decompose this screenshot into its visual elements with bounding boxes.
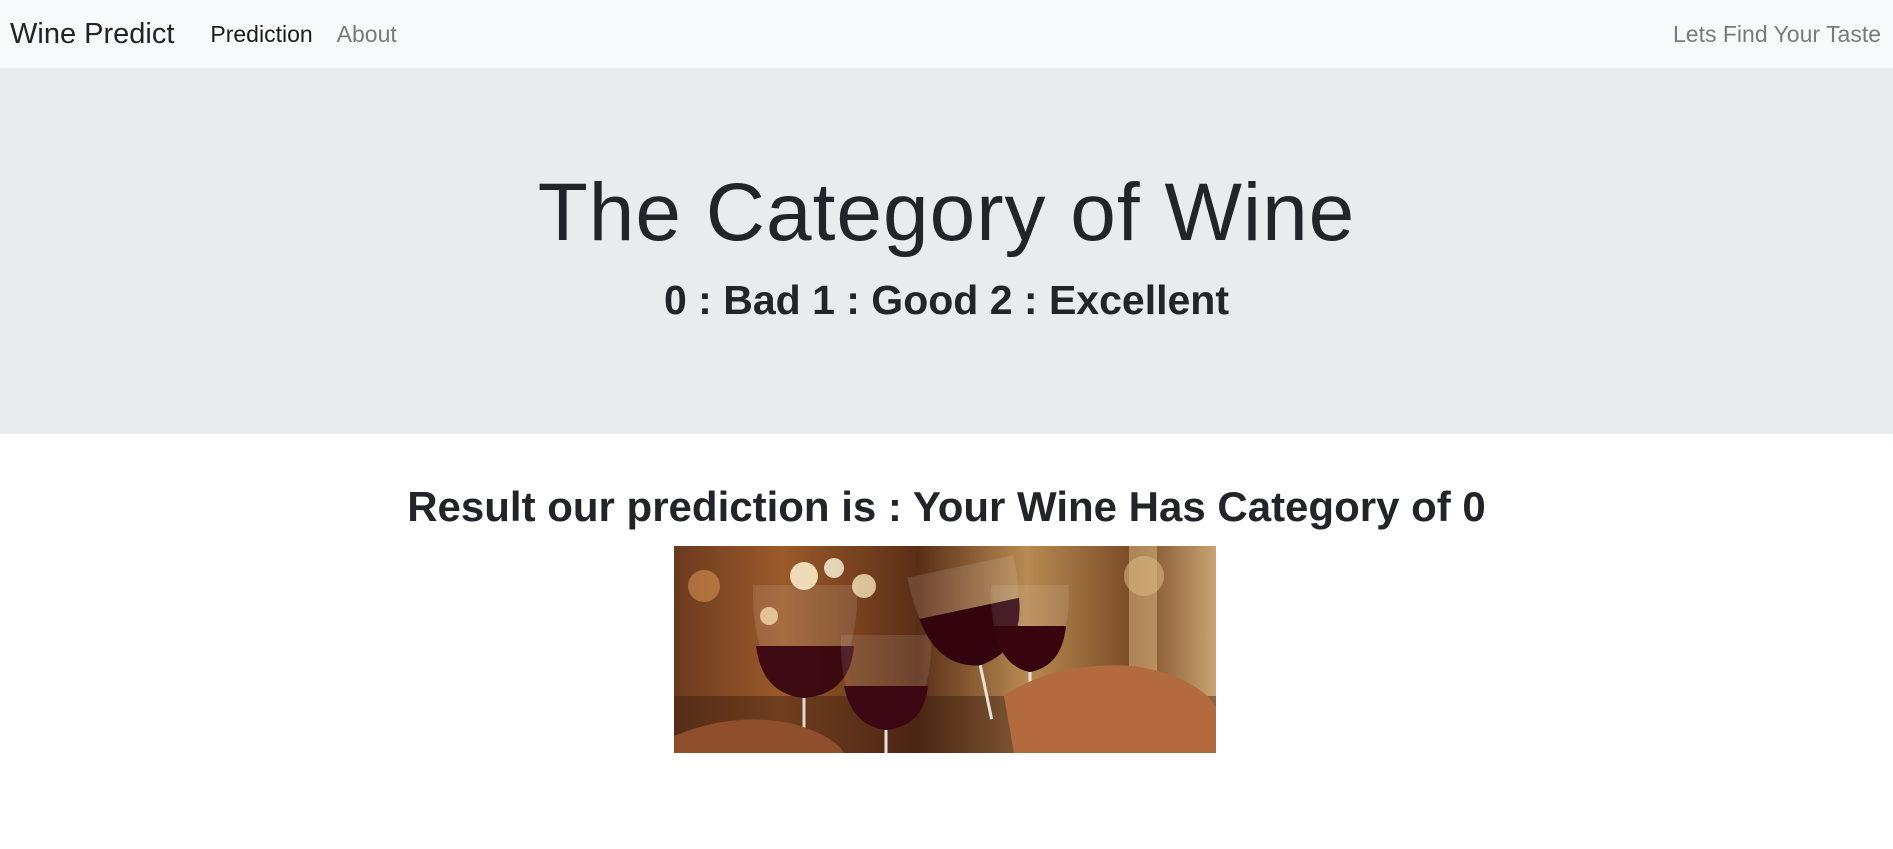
navbar: Wine Predict Prediction About Lets Find …	[0, 0, 1893, 68]
jumbotron: The Category of Wine 0 : Bad 1 : Good 2 …	[0, 68, 1893, 434]
category-legend: 0 : Bad 1 : Good 2 : Excellent	[663, 277, 1229, 323]
nav-link-about[interactable]: About	[337, 21, 397, 48]
prediction-result: Result our prediction is : Your Wine Has…	[407, 483, 1486, 530]
nav-link-prediction[interactable]: Prediction	[210, 21, 312, 48]
navbar-tagline[interactable]: Lets Find Your Taste	[1673, 0, 1881, 68]
page-title: The Category of Wine	[537, 167, 1356, 258]
wine-glasses-illustration	[674, 546, 1216, 753]
brand-link[interactable]: Wine Predict	[10, 18, 174, 51]
wine-glasses-image	[674, 546, 1216, 753]
